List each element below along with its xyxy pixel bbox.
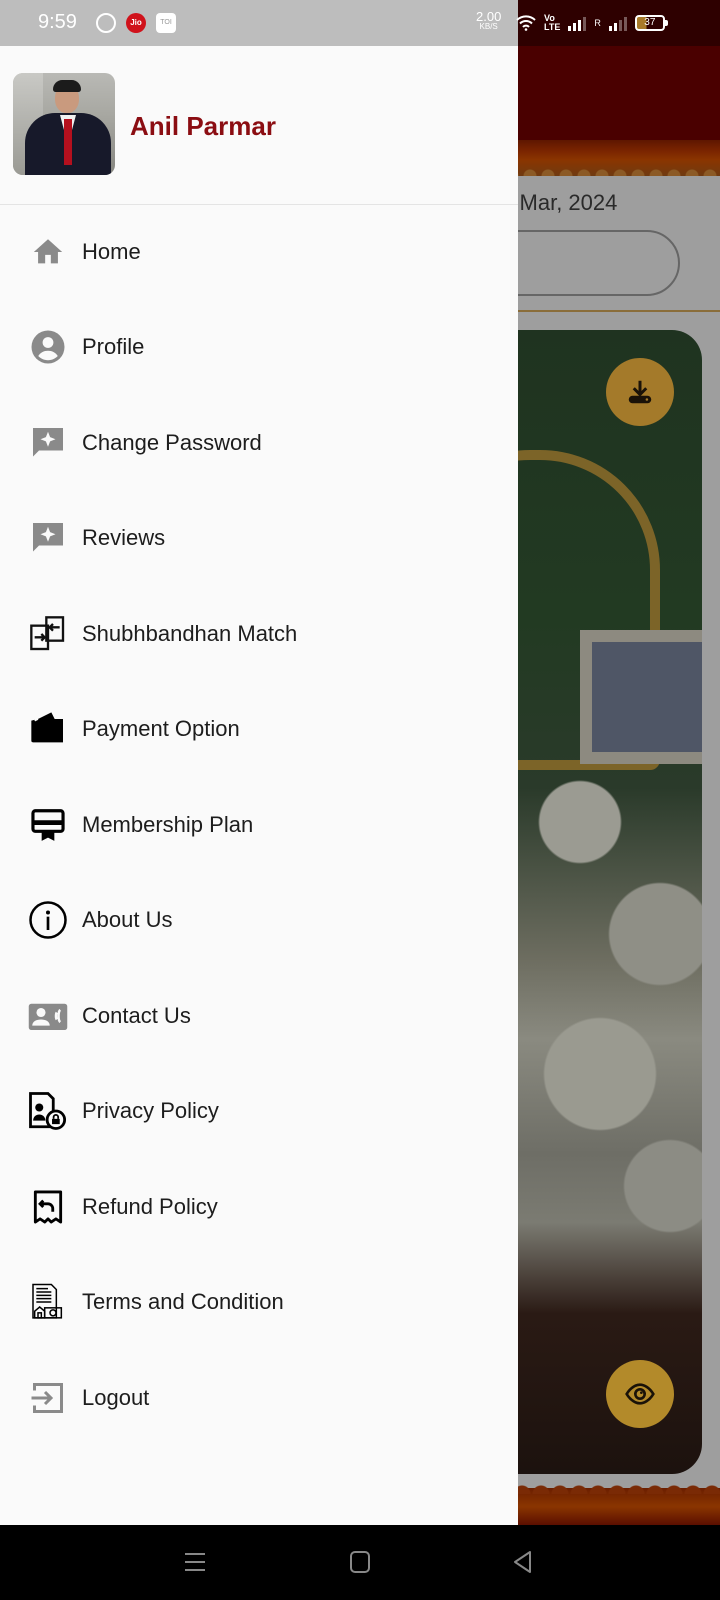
recent-apps-button[interactable] bbox=[180, 1547, 210, 1577]
menu-item-label: Change Password bbox=[82, 429, 262, 455]
avatar[interactable] bbox=[13, 73, 115, 175]
drawer-menu: Home Profile Change Password Reviews Shu… bbox=[0, 204, 518, 1446]
swap-match-icon bbox=[27, 613, 69, 655]
recent-apps-icon bbox=[185, 1553, 205, 1571]
roaming-indicator: R bbox=[594, 18, 601, 28]
menu-item-change-password[interactable]: Change Password bbox=[0, 395, 518, 491]
eye-icon bbox=[625, 1383, 655, 1405]
navigation-drawer: Anil Parmar Home Profile Change Password… bbox=[0, 46, 518, 1525]
menu-item-label: Profile bbox=[82, 334, 145, 360]
menu-item-terms-and-condition[interactable]: Terms and Condition bbox=[0, 1255, 518, 1351]
status-bar: 9:59 Jio TOI 2.00 KB/S Vo LTE R 37 bbox=[0, 0, 720, 46]
refund-receipt-icon bbox=[27, 1186, 69, 1228]
back-button[interactable] bbox=[508, 1547, 538, 1577]
download-icon bbox=[628, 380, 652, 404]
download-button[interactable] bbox=[606, 358, 674, 426]
menu-item-label: About Us bbox=[82, 907, 173, 933]
user-name: Anil Parmar bbox=[130, 111, 276, 141]
menu-item-contact-us[interactable]: Contact Us bbox=[0, 968, 518, 1064]
terms-document-icon bbox=[27, 1281, 69, 1323]
status-time: 9:59 bbox=[38, 11, 77, 33]
menu-item-logout[interactable]: Logout bbox=[0, 1350, 518, 1446]
menu-item-about-us[interactable]: About Us bbox=[0, 873, 518, 969]
menu-item-profile[interactable]: Profile bbox=[0, 300, 518, 396]
membership-card-icon bbox=[27, 804, 69, 846]
wifi-icon bbox=[516, 15, 536, 31]
battery-icon: 37 bbox=[634, 15, 668, 31]
menu-item-label: Privacy Policy bbox=[82, 1098, 219, 1124]
menu-item-shubhbandhan-match[interactable]: Shubhbandhan Match bbox=[0, 586, 518, 682]
contact-card-icon bbox=[27, 995, 69, 1037]
menu-item-label: Reviews bbox=[82, 525, 166, 551]
wallet-icon bbox=[27, 708, 69, 750]
menu-item-label: Home bbox=[82, 238, 141, 264]
home-button[interactable] bbox=[345, 1547, 375, 1577]
menu-item-label: Refund Policy bbox=[82, 1193, 218, 1219]
account-circle-icon bbox=[27, 326, 69, 368]
menu-item-label: Logout bbox=[82, 1384, 150, 1410]
menu-item-label: Shubhbandhan Match bbox=[82, 620, 298, 646]
menu-item-label: Contact Us bbox=[82, 1002, 191, 1028]
toi-icon: TOI bbox=[156, 13, 176, 33]
volte-icon: Vo LTE bbox=[544, 13, 561, 32]
avatar-tie bbox=[64, 119, 72, 165]
signal-icon bbox=[568, 15, 587, 31]
menu-item-label: Payment Option bbox=[82, 716, 240, 742]
logout-icon bbox=[27, 1377, 69, 1419]
sparkle-chat-icon bbox=[27, 517, 69, 559]
drawer-header: Anil Parmar bbox=[0, 46, 518, 205]
menu-item-payment-option[interactable]: Payment Option bbox=[0, 682, 518, 778]
sparkle-chat-icon bbox=[27, 422, 69, 464]
menu-item-label: Membership Plan bbox=[82, 811, 254, 837]
photo-flowers bbox=[520, 710, 702, 1270]
menu-item-privacy-policy[interactable]: Privacy Policy bbox=[0, 1064, 518, 1160]
avatar-hair bbox=[53, 80, 81, 92]
network-speed-unit: KB/S bbox=[479, 22, 498, 31]
home-icon bbox=[27, 231, 69, 273]
network-speed: 2.00 KB/S bbox=[476, 10, 501, 31]
signal-icon-2 bbox=[608, 15, 627, 31]
menu-item-refund-policy[interactable]: Refund Policy bbox=[0, 1159, 518, 1255]
privacy-document-lock-icon bbox=[27, 1090, 69, 1132]
view-button[interactable] bbox=[606, 1360, 674, 1428]
home-button-icon bbox=[350, 1551, 370, 1573]
whatsapp-icon bbox=[96, 13, 116, 33]
info-icon bbox=[27, 899, 69, 941]
jio-icon: Jio bbox=[126, 13, 146, 33]
status-icons: Vo LTE R 37 bbox=[516, 0, 668, 46]
menu-item-home[interactable]: Home bbox=[0, 204, 518, 300]
system-navigation-bar bbox=[0, 1525, 720, 1600]
menu-item-reviews[interactable]: Reviews bbox=[0, 491, 518, 587]
menu-item-membership-plan[interactable]: Membership Plan bbox=[0, 777, 518, 873]
back-icon bbox=[514, 1551, 531, 1573]
menu-item-label: Terms and Condition bbox=[82, 1289, 284, 1315]
